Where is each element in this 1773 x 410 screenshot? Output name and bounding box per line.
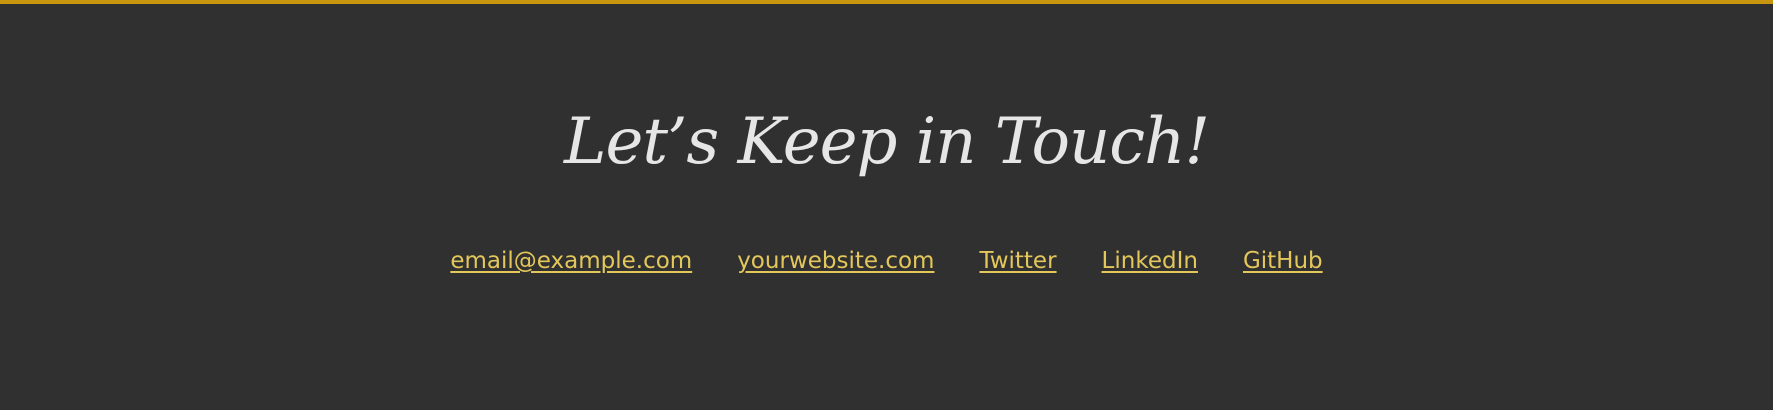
email-link[interactable]: email@example.com — [450, 246, 692, 276]
contact-footer: Let’s Keep in Touch! email@example.com y… — [0, 0, 1773, 410]
twitter-link[interactable]: Twitter — [979, 246, 1056, 276]
footer-title: Let’s Keep in Touch! — [563, 105, 1210, 179]
contact-links: email@example.com yourwebsite.com Twitte… — [0, 246, 1773, 276]
linkedin-link[interactable]: LinkedIn — [1102, 246, 1198, 276]
website-link[interactable]: yourwebsite.com — [737, 246, 934, 276]
github-link[interactable]: GitHub — [1243, 246, 1323, 276]
